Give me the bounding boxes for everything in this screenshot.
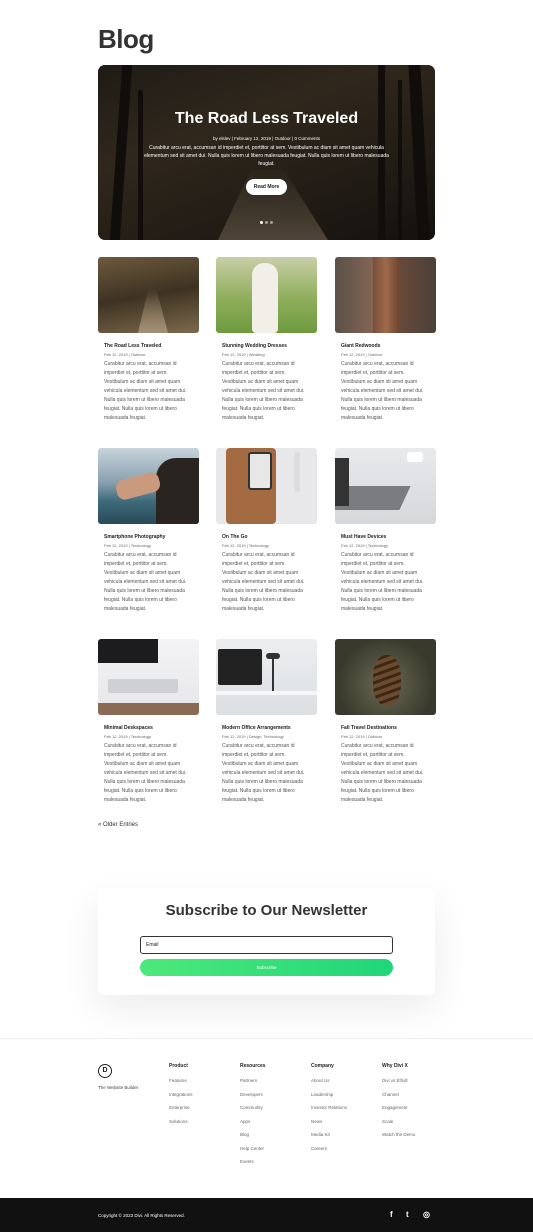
post-card: Giant Redwoods Feb 12, 2019 | Outdoor Cu… bbox=[335, 257, 436, 423]
post-meta: Feb 12, 2019 | Outdoor bbox=[341, 734, 383, 739]
newsletter-title: Subscribe to Our Newsletter bbox=[165, 902, 368, 919]
footer-link[interactable]: Solutions bbox=[169, 1119, 193, 1124]
footer-heading: Product bbox=[169, 1063, 188, 1069]
footer-link[interactable]: Community bbox=[240, 1105, 266, 1110]
copyright-text: Copyright © 2023 Divi. All Rights Reserv… bbox=[98, 1213, 185, 1218]
footer-link[interactable]: Events bbox=[240, 1159, 266, 1164]
post-meta: Feb 12, 2019 | Wedding bbox=[222, 352, 265, 357]
post-title[interactable]: Modern Office Arrangements bbox=[222, 725, 311, 731]
post-title[interactable]: Fall Travel Destinations bbox=[341, 725, 430, 731]
footer-column-why-divi: Why Divi X Divi vs Elfsdl Channel Engage… bbox=[382, 1063, 415, 1146]
footer-link[interactable]: Blog bbox=[240, 1132, 266, 1137]
post-title[interactable]: Stunning Wedding Dresses bbox=[222, 343, 311, 349]
footer-divider bbox=[0, 1038, 533, 1039]
twitter-icon[interactable]: t bbox=[406, 1210, 409, 1219]
footer-link[interactable]: Engagement bbox=[382, 1105, 415, 1110]
footer-bottom-bar: Copyright © 2023 Divi. All Rights Reserv… bbox=[0, 1198, 533, 1232]
older-entries-link[interactable]: « Older Entries bbox=[98, 822, 138, 828]
post-meta: Feb 12, 2019 | Technology bbox=[104, 734, 151, 739]
post-card: Smartphone Photography Feb 12, 2019 | Te… bbox=[98, 448, 199, 614]
post-thumbnail[interactable] bbox=[335, 257, 436, 333]
post-card: Stunning Wedding Dresses Feb 12, 2019 | … bbox=[216, 257, 317, 423]
footer-heading: Why Divi X bbox=[382, 1063, 408, 1069]
footer-link[interactable]: Investor Relations bbox=[311, 1105, 347, 1110]
hero-meta: by elslev | February 12, 2019 | Outdoor … bbox=[212, 136, 321, 141]
footer-link[interactable]: Features bbox=[169, 1078, 193, 1083]
post-thumbnail[interactable] bbox=[98, 639, 199, 715]
post-excerpt: Curabitur arcu erat, accumsan id imperdi… bbox=[341, 361, 424, 421]
email-field[interactable]: Email bbox=[140, 936, 393, 954]
post-title[interactable]: Smartphone Photography bbox=[104, 534, 193, 540]
post-title[interactable]: Must Have Devices bbox=[341, 534, 430, 540]
post-card: Modern Office Arrangements Feb 12, 2019 … bbox=[216, 639, 317, 805]
post-meta: Feb 12, 2019 | Technology bbox=[341, 543, 388, 548]
featured-post-slider[interactable]: The Road Less Traveled by elslev | Febru… bbox=[98, 65, 435, 240]
footer-link[interactable]: Leadership bbox=[311, 1092, 347, 1097]
footer-link[interactable]: Scale bbox=[382, 1119, 415, 1124]
post-thumbnail[interactable] bbox=[335, 448, 436, 524]
read-more-button[interactable]: Read More bbox=[245, 179, 288, 195]
post-thumbnail[interactable] bbox=[216, 257, 317, 333]
newsletter-box: Subscribe to Our Newsletter Email Subscr… bbox=[98, 888, 435, 995]
hero-title[interactable]: The Road Less Traveled bbox=[98, 110, 435, 128]
subscribe-button[interactable]: Subscribe bbox=[140, 959, 393, 976]
footer-link[interactable]: Divi vs Elfsdl bbox=[382, 1078, 415, 1083]
divi-logo-icon[interactable]: D bbox=[98, 1064, 112, 1078]
post-excerpt: Curabitur arcu erat, accumsan id imperdi… bbox=[341, 743, 424, 803]
post-thumbnail[interactable] bbox=[216, 639, 317, 715]
footer-link[interactable]: Channel bbox=[382, 1092, 415, 1097]
footer-column-product: Product Features Integrations Enterprise… bbox=[169, 1063, 193, 1132]
post-card: The Road Less Traveled Feb 12, 2019 | Ou… bbox=[98, 257, 199, 423]
post-meta: Feb 12, 2019 | Technology bbox=[104, 543, 151, 548]
footer-column-resources: Resources Partners Developers Community … bbox=[240, 1063, 266, 1173]
post-excerpt: Curabitur arcu erat, accumsan id imperdi… bbox=[104, 552, 187, 612]
instagram-icon[interactable]: ◎ bbox=[423, 1210, 430, 1219]
footer-column-company: Company About Us Leadership Investor Rel… bbox=[311, 1063, 347, 1159]
post-title[interactable]: Minimal Deskspaces bbox=[104, 725, 193, 731]
post-card: Minimal Deskspaces Feb 12, 2019 | Techno… bbox=[98, 639, 199, 805]
post-excerpt: Curabitur arcu erat, accumsan id imperdi… bbox=[341, 552, 424, 612]
footer-link[interactable]: Partners bbox=[240, 1078, 266, 1083]
slider-dot[interactable] bbox=[270, 221, 273, 224]
footer-link[interactable]: Enterprise bbox=[169, 1105, 193, 1110]
post-excerpt: Curabitur arcu erat, accumsan id imperdi… bbox=[222, 552, 305, 612]
post-excerpt: Curabitur arcu erat, accumsan id imperdi… bbox=[222, 361, 305, 421]
footer-link[interactable]: Watch the Demo bbox=[382, 1132, 415, 1137]
footer-link[interactable]: About Us bbox=[311, 1078, 347, 1083]
footer-link[interactable]: Help Center bbox=[240, 1146, 266, 1151]
post-meta: Feb 12, 2019 | Outdoor bbox=[341, 352, 383, 357]
facebook-icon[interactable]: f bbox=[390, 1210, 393, 1219]
footer-link[interactable]: Careers bbox=[311, 1146, 347, 1151]
slider-dot[interactable] bbox=[260, 221, 263, 224]
post-thumbnail[interactable] bbox=[335, 639, 436, 715]
post-title[interactable]: On The Go bbox=[222, 534, 311, 540]
post-meta: Feb 12, 2019 | Design, Technology bbox=[222, 734, 284, 739]
post-excerpt: Curabitur arcu erat, accumsan id imperdi… bbox=[104, 743, 187, 803]
slider-dot[interactable] bbox=[265, 221, 268, 224]
footer-link[interactable]: Apps bbox=[240, 1119, 266, 1124]
post-excerpt: Curabitur arcu erat, accumsan id imperdi… bbox=[104, 361, 187, 421]
post-card: Must Have Devices Feb 12, 2019 | Technol… bbox=[335, 448, 436, 614]
post-thumbnail[interactable] bbox=[98, 448, 199, 524]
post-title[interactable]: The Road Less Traveled bbox=[104, 343, 193, 349]
post-thumbnail[interactable] bbox=[216, 448, 317, 524]
page-title: Blog bbox=[98, 24, 154, 54]
post-title[interactable]: Giant Redwoods bbox=[341, 343, 430, 349]
post-card: On The Go Feb 12, 2019 | Technology Cura… bbox=[216, 448, 317, 614]
post-card: Fall Travel Destinations Feb 12, 2019 | … bbox=[335, 639, 436, 805]
footer-link[interactable]: Integrations bbox=[169, 1092, 193, 1097]
post-excerpt: Curabitur arcu erat, accumsan id imperdi… bbox=[222, 743, 305, 803]
post-meta: Feb 12, 2019 | Outdoor bbox=[104, 352, 146, 357]
footer-link[interactable]: News bbox=[311, 1119, 347, 1124]
post-thumbnail[interactable] bbox=[98, 257, 199, 333]
footer-link[interactable]: Developers bbox=[240, 1092, 266, 1097]
footer-tagline: The Website Builder bbox=[98, 1085, 139, 1090]
footer-heading: Company bbox=[311, 1063, 334, 1069]
footer-heading: Resources bbox=[240, 1063, 266, 1069]
footer-link[interactable]: Media Kit bbox=[311, 1132, 347, 1137]
post-meta: Feb 12, 2019 | Technology bbox=[222, 543, 269, 548]
hero-excerpt: Curabitur arcu erat, accumsan id imperdi… bbox=[144, 145, 389, 167]
slider-dots bbox=[98, 211, 435, 229]
